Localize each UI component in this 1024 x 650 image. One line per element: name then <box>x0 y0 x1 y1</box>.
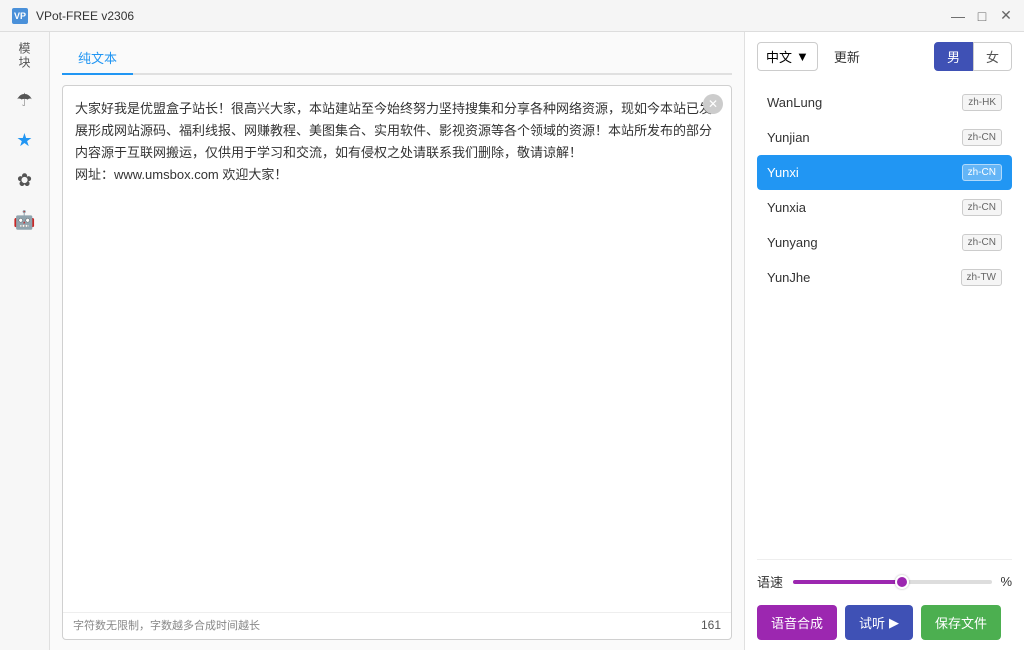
titlebar: VP VPot-FREE v2306 — □ ✕ <box>0 0 1024 32</box>
voice-badge: zh-CN <box>962 234 1002 251</box>
clear-text-button[interactable]: ✕ <box>703 94 723 114</box>
sidebar: 模块 ☂ ★ ✿ 🤖 <box>0 32 50 650</box>
language-dropdown[interactable]: 中文 ▼ <box>757 42 818 71</box>
preview-label: 试听 <box>859 613 885 632</box>
char-count: 161 <box>701 618 721 632</box>
voice-badge: zh-HK <box>962 94 1002 111</box>
voice-badge: zh-CN <box>962 129 1002 146</box>
tab-bar: 纯文本 <box>62 42 732 75</box>
tab-plain-text[interactable]: 纯文本 <box>62 42 133 75</box>
voice-badge: zh-CN <box>962 164 1002 181</box>
main-layout: 模块 ☂ ★ ✿ 🤖 纯文本 ✕ 大家好我是优盟盒子站长！很高兴大家，本站建站至… <box>0 32 1024 650</box>
sidebar-icon-star[interactable]: ★ <box>7 122 43 158</box>
male-gender-button[interactable]: 男 <box>934 42 973 71</box>
voice-name: YunJhe <box>767 270 810 285</box>
textarea-footer: 字符数无限制，字数越多合成时间越长 161 <box>63 612 731 639</box>
synthesize-button[interactable]: 语音合成 <box>757 605 837 640</box>
top-controls: 中文 ▼ 更新 男 女 <box>757 42 1012 71</box>
voice-item-yunjian[interactable]: Yunjian zh-CN <box>757 120 1012 155</box>
voice-name: Yunjian <box>767 130 810 145</box>
play-icon: ▶ <box>889 615 899 631</box>
voice-name: WanLung <box>767 95 822 110</box>
main-text-input[interactable]: 大家好我是优盟盒子站长！很高兴大家，本站建站至今始终努力坚持搜集和分享各种网络资… <box>63 86 731 612</box>
speed-percent: % <box>1000 574 1012 589</box>
voice-item-yunjhe[interactable]: YunJhe zh-TW <box>757 260 1012 295</box>
sidebar-icon-umbrella[interactable]: ☂ <box>7 82 43 118</box>
update-button[interactable]: 更新 <box>826 43 868 70</box>
voice-item-yunxia[interactable]: Yunxia zh-CN <box>757 190 1012 225</box>
voice-name: Yunyang <box>767 235 818 250</box>
voice-item-yunxi[interactable]: Yunxi zh-CN <box>757 155 1012 190</box>
sidebar-icon-robot[interactable]: 🤖 <box>7 202 43 238</box>
action-buttons: 语音合成 试听 ▶ 保存文件 <box>757 605 1012 640</box>
voice-item-wanlung[interactable]: WanLung zh-HK <box>757 85 1012 120</box>
right-panel: 中文 ▼ 更新 男 女 WanLung zh-HK Yunjian zh-CN … <box>744 32 1024 650</box>
voice-name: Yunxi <box>767 165 799 180</box>
sidebar-label: 模块 <box>16 42 33 70</box>
female-gender-button[interactable]: 女 <box>973 42 1012 71</box>
sidebar-icon-aperture[interactable]: ✿ <box>7 162 43 198</box>
voice-list: WanLung zh-HK Yunjian zh-CN Yunxi zh-CN … <box>757 85 1012 551</box>
app-icon: VP <box>12 8 28 24</box>
voice-badge: zh-TW <box>961 269 1002 286</box>
maximize-button[interactable]: □ <box>976 10 988 22</box>
preview-button[interactable]: 试听 ▶ <box>845 605 913 640</box>
speed-slider[interactable] <box>793 580 992 584</box>
footer-hint: 字符数无限制，字数越多合成时间越长 <box>73 617 260 633</box>
speed-label: 语速 <box>757 572 785 591</box>
dropdown-arrow-icon: ▼ <box>796 49 809 64</box>
voice-name: Yunxia <box>767 200 806 215</box>
speed-row: 语速 % <box>757 559 1012 595</box>
voice-badge: zh-CN <box>962 199 1002 216</box>
app-title: VPot-FREE v2306 <box>36 9 952 23</box>
gender-buttons: 男 女 <box>934 42 1012 71</box>
close-window-button[interactable]: ✕ <box>1000 10 1012 22</box>
textarea-container: ✕ 大家好我是优盟盒子站长！很高兴大家，本站建站至今始终努力坚持搜集和分享各种网… <box>62 85 732 640</box>
minimize-button[interactable]: — <box>952 10 964 22</box>
lang-label: 中文 <box>766 47 792 66</box>
save-file-button[interactable]: 保存文件 <box>921 605 1001 640</box>
voice-item-yunyang[interactable]: Yunyang zh-CN <box>757 225 1012 260</box>
window-controls: — □ ✕ <box>952 10 1012 22</box>
content-area: 纯文本 ✕ 大家好我是优盟盒子站长！很高兴大家，本站建站至今始终努力坚持搜集和分… <box>50 32 744 650</box>
